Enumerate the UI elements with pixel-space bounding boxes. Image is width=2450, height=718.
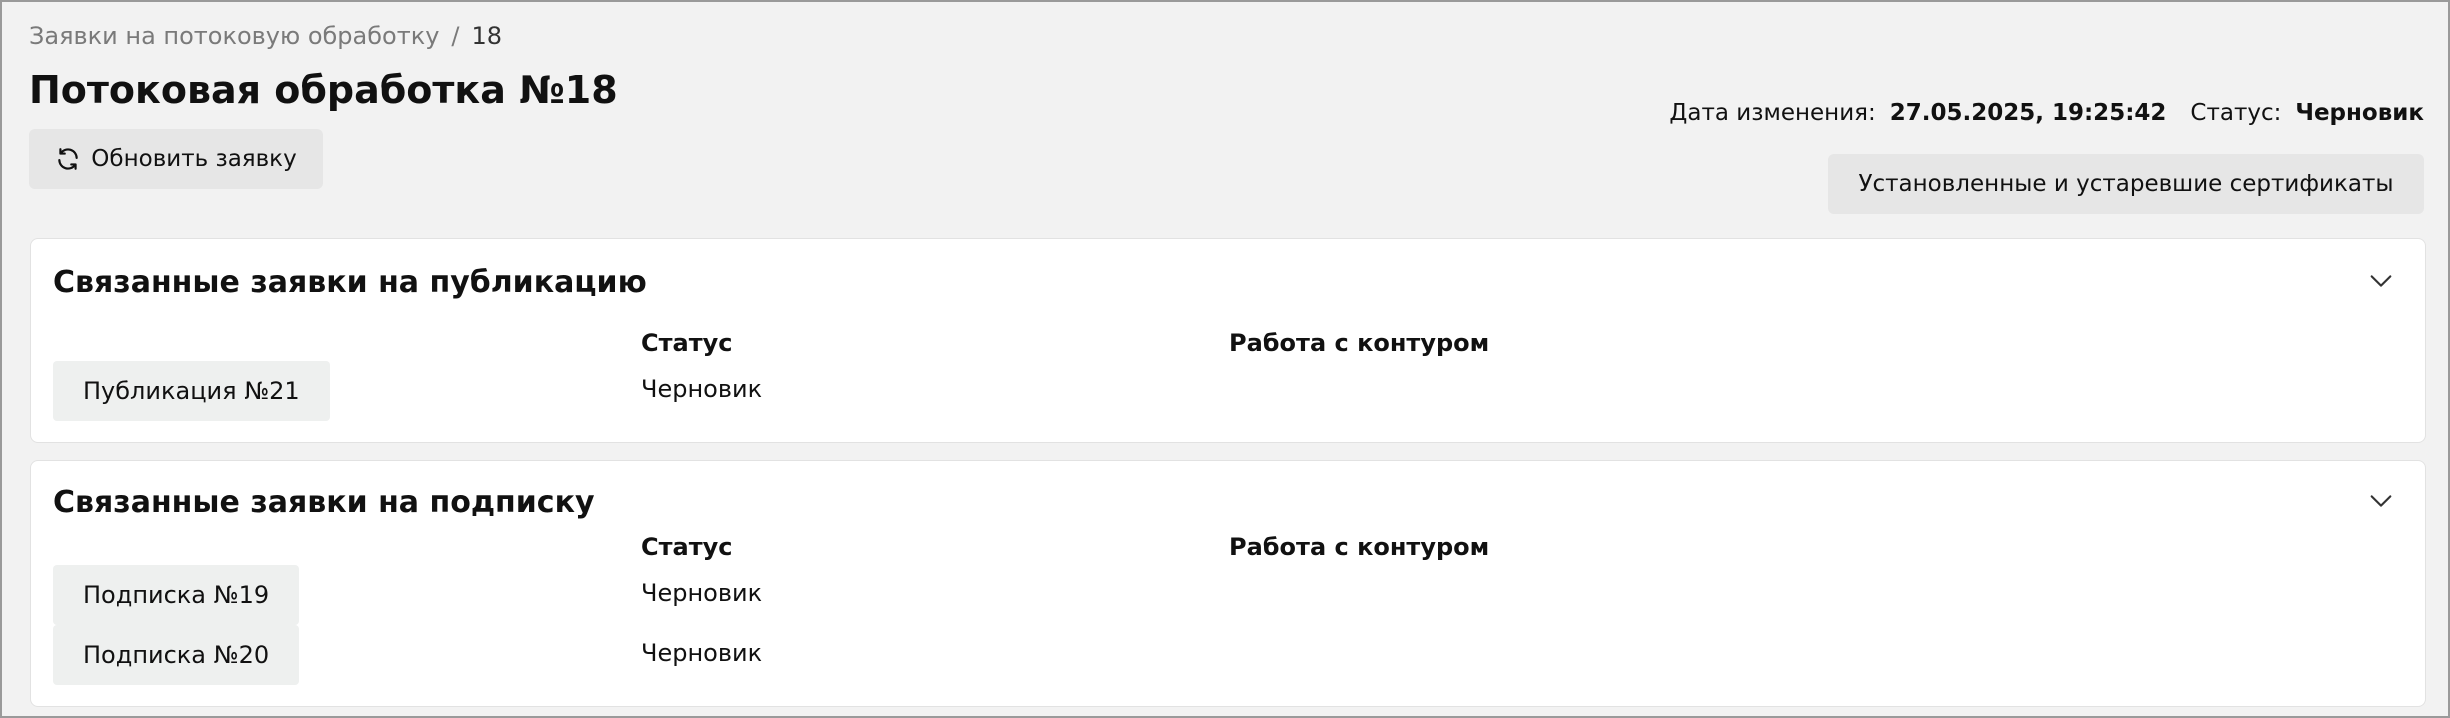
chevron-down-icon[interactable] bbox=[2367, 487, 2395, 515]
section-title: Связанные заявки на публикацию bbox=[53, 265, 647, 300]
page-title: Потоковая обработка №18 bbox=[29, 68, 618, 112]
refresh-button[interactable]: Обновить заявку bbox=[29, 129, 323, 189]
publication-link-21[interactable]: Публикация №21 bbox=[53, 361, 330, 421]
row-status: Черновик bbox=[641, 579, 763, 607]
breadcrumb-current: 18 bbox=[471, 22, 503, 50]
column-header-contour: Работа с контуром bbox=[1229, 329, 1490, 357]
refresh-icon bbox=[58, 148, 79, 170]
column-header-status: Статус bbox=[641, 533, 733, 561]
modified-label: Дата изменения: bbox=[1669, 100, 1876, 126]
refresh-button-label: Обновить заявку bbox=[91, 146, 297, 172]
status-label: Статус: bbox=[2190, 100, 2282, 126]
subscription-link-19[interactable]: Подписка №19 bbox=[53, 565, 300, 625]
publication-section: Связанные заявки на публикацию Статус Ра… bbox=[30, 238, 2426, 443]
chevron-down-icon[interactable] bbox=[2367, 267, 2395, 295]
request-meta: Дата изменения: 27.05.2025, 19:25:42 Ста… bbox=[1669, 100, 2424, 126]
column-header-contour: Работа с контуром bbox=[1229, 533, 1490, 561]
breadcrumb: Заявки на потоковую обработку / 18 bbox=[29, 22, 502, 50]
row-status: Черновик bbox=[641, 639, 763, 667]
modified-value: 27.05.2025, 19:25:42 bbox=[1889, 100, 2167, 126]
status-value: Черновик bbox=[2295, 100, 2424, 126]
breadcrumb-separator: / bbox=[451, 22, 460, 50]
subscription-link-20[interactable]: Подписка №20 bbox=[53, 625, 300, 685]
subscription-section: Связанные заявки на подписку Статус Рабо… bbox=[30, 460, 2426, 707]
section-title: Связанные заявки на подписку bbox=[53, 485, 595, 520]
column-header-status: Статус bbox=[641, 329, 733, 357]
breadcrumb-parent-link[interactable]: Заявки на потоковую обработку bbox=[29, 22, 439, 50]
row-status: Черновик bbox=[641, 375, 763, 403]
certificates-button[interactable]: Установленные и устаревшие сертификаты bbox=[1828, 154, 2424, 214]
